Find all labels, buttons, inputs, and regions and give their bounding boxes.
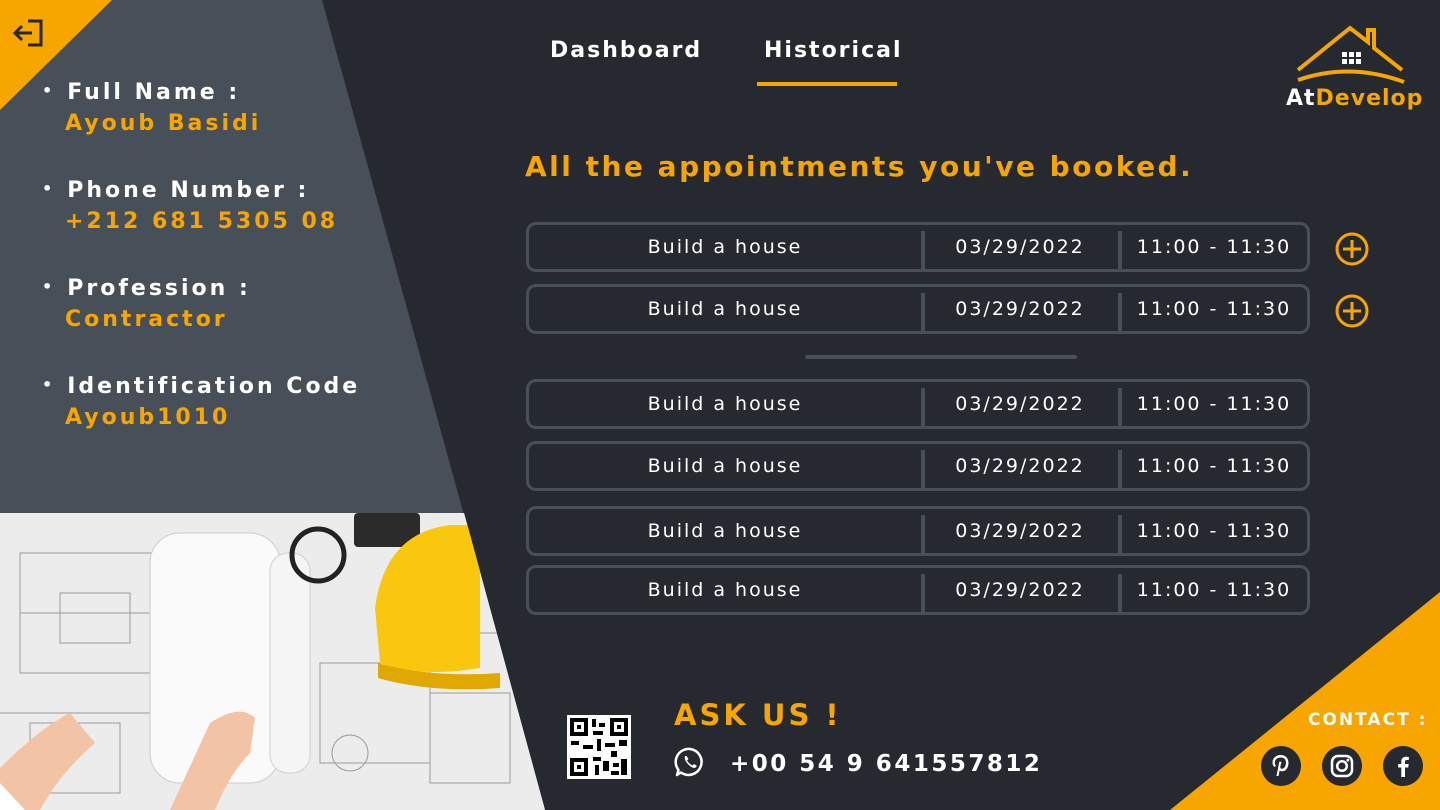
contact-phone[interactable]: +00 54 9 641557812 — [730, 751, 1042, 777]
blueprint-illustration — [0, 513, 545, 810]
profile-label: Full Name : — [42, 80, 261, 105]
profile-value: Ayoub Basidi — [65, 111, 262, 136]
appointment-row[interactable]: Build a house 03/29/2022 11:00 - 11:30 — [526, 379, 1310, 429]
profile-label: Profession : — [42, 276, 251, 301]
facebook-icon — [1398, 756, 1409, 777]
profile-phone-number: Phone Number : +212 681 5305 08 — [42, 178, 338, 234]
appointment-service: Build a house — [647, 455, 803, 477]
appointment-service: Build a house — [647, 298, 803, 320]
instagram-icon — [1330, 754, 1354, 778]
ask-us-heading: ASK US ! — [674, 698, 842, 732]
appointment-row[interactable]: Build a house 03/29/2022 11:00 - 11:30 — [526, 441, 1310, 491]
appointment-time: 11:00 - 11:30 — [1136, 236, 1292, 258]
appointment-service: Build a house — [647, 579, 803, 601]
appointment-row[interactable]: Build a house 03/29/2022 11:00 - 11:30 — [526, 222, 1310, 272]
qr-code-icon[interactable] — [567, 715, 631, 779]
appointment-row[interactable]: Build a house 03/29/2022 11:00 - 11:30 — [526, 506, 1310, 556]
add-circle-icon[interactable] — [1334, 293, 1370, 329]
profile-label: Identification Code — [42, 374, 360, 399]
blueprint-image — [0, 513, 545, 810]
appointment-date: 03/29/2022 — [955, 393, 1085, 415]
profile-identification-code: Identification Code Ayoub1010 — [42, 374, 360, 430]
profile-panel — [0, 0, 464, 515]
appointment-date: 03/29/2022 — [955, 520, 1085, 542]
house-logo-icon — [1296, 25, 1405, 84]
profile-profession: Profession : Contractor — [42, 276, 251, 332]
appointment-service: Build a house — [647, 393, 803, 415]
profile-value: Ayoub1010 — [65, 405, 231, 430]
appointment-service: Build a house — [647, 520, 803, 542]
pinterest-icon — [1272, 755, 1289, 776]
brand-part-develop: Develop — [1315, 86, 1424, 111]
profile-value: Contractor — [65, 307, 228, 332]
whatsapp-icon — [674, 747, 703, 777]
brand-logo-text: AtDevelop — [1286, 86, 1423, 111]
brand-part-at: At — [1286, 86, 1316, 111]
facebook-button[interactable] — [1383, 746, 1423, 786]
appointment-time: 11:00 - 11:30 — [1136, 455, 1292, 477]
appointment-date: 03/29/2022 — [955, 455, 1085, 477]
tab-dashboard[interactable]: Dashboard — [550, 38, 702, 63]
profile-full-name: Full Name : Ayoub Basidi — [42, 80, 261, 136]
appointment-time: 11:00 - 11:30 — [1136, 393, 1292, 415]
appointment-row[interactable]: Build a house 03/29/2022 11:00 - 11:30 — [526, 565, 1310, 615]
pinterest-button[interactable] — [1261, 746, 1301, 786]
tab-historical[interactable]: Historical — [764, 38, 903, 63]
add-circle-icon[interactable] — [1334, 231, 1370, 267]
profile-value: +212 681 5305 08 — [65, 209, 339, 234]
profile-label: Phone Number : — [42, 178, 338, 203]
appointment-service: Build a house — [647, 236, 803, 258]
appointment-time: 11:00 - 11:30 — [1136, 520, 1292, 542]
page-title: All the appointments you've booked. — [525, 150, 1194, 183]
instagram-button[interactable] — [1322, 746, 1362, 786]
appointment-date: 03/29/2022 — [955, 579, 1085, 601]
section-divider — [805, 355, 1077, 359]
appointment-time: 11:00 - 11:30 — [1136, 298, 1292, 320]
appointment-date: 03/29/2022 — [955, 298, 1085, 320]
appointment-time: 11:00 - 11:30 — [1136, 579, 1292, 601]
appointment-date: 03/29/2022 — [955, 236, 1085, 258]
appointment-row[interactable]: Build a house 03/29/2022 11:00 - 11:30 — [526, 284, 1310, 334]
active-tab-indicator — [757, 82, 897, 86]
logout-icon[interactable] — [12, 16, 46, 50]
contact-label: CONTACT : — [1308, 710, 1428, 730]
